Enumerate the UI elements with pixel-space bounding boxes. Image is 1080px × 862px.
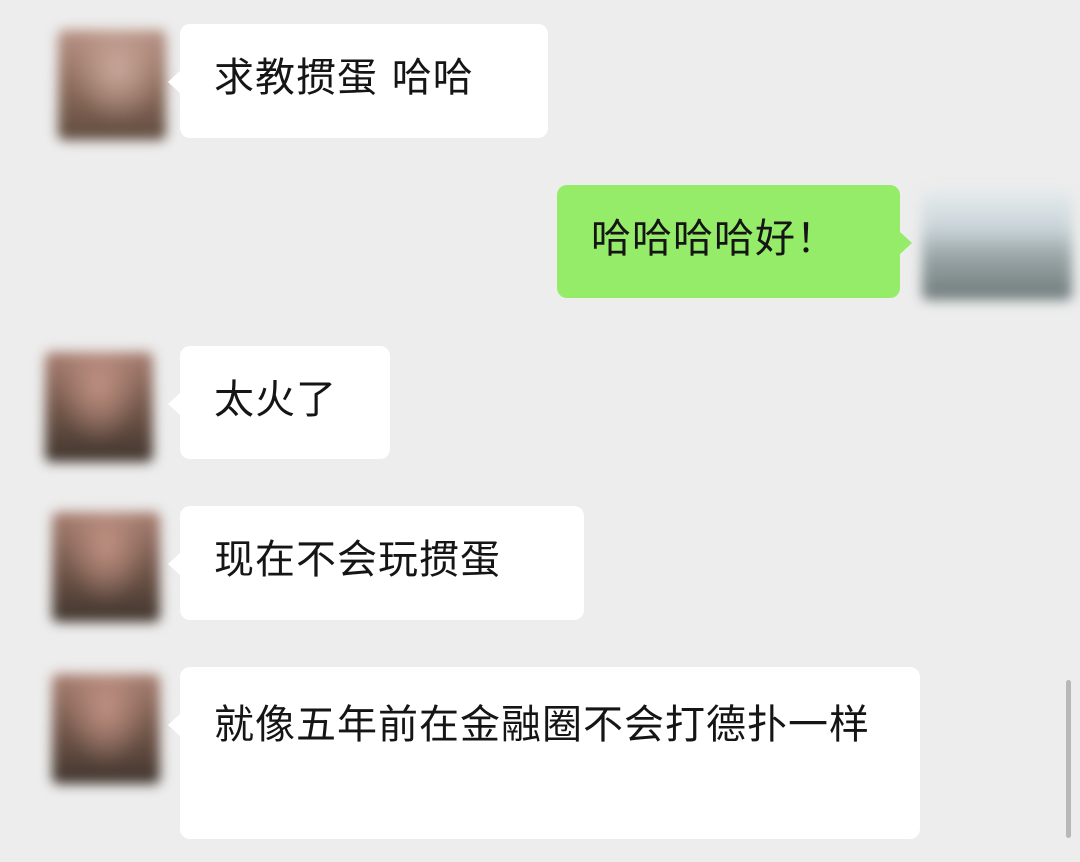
message-bubble-outgoing[interactable]: 哈哈哈哈好！: [557, 185, 912, 298]
message-text: 太火了: [214, 377, 337, 423]
message-bubble-incoming[interactable]: 求教掼蛋 哈哈: [168, 24, 548, 138]
sender-avatar[interactable]: [45, 352, 153, 462]
sender-avatar[interactable]: [52, 674, 160, 784]
sender-avatar[interactable]: [52, 512, 160, 622]
message-text: 哈哈哈哈好！: [591, 216, 837, 262]
message-bubble-incoming[interactable]: 现在不会玩掼蛋: [168, 506, 584, 620]
sender-avatar[interactable]: [58, 30, 166, 140]
message-bubble-incoming[interactable]: 太火了: [168, 346, 390, 459]
self-avatar[interactable]: [922, 190, 1072, 300]
scrollbar[interactable]: [1066, 680, 1071, 838]
chat-conversation: 求教掼蛋 哈哈 哈哈哈哈好！ 太火了 现在不会玩掼蛋 就像五年前在金融圈不会打德…: [0, 0, 1080, 862]
message-bubble-incoming[interactable]: 就像五年前在金融圈不会打德扑一样: [168, 667, 920, 839]
message-text: 现在不会玩掼蛋: [214, 537, 501, 583]
message-text: 就像五年前在金融圈不会打德扑一样: [214, 702, 870, 748]
message-text: 求教掼蛋 哈哈: [214, 55, 474, 101]
